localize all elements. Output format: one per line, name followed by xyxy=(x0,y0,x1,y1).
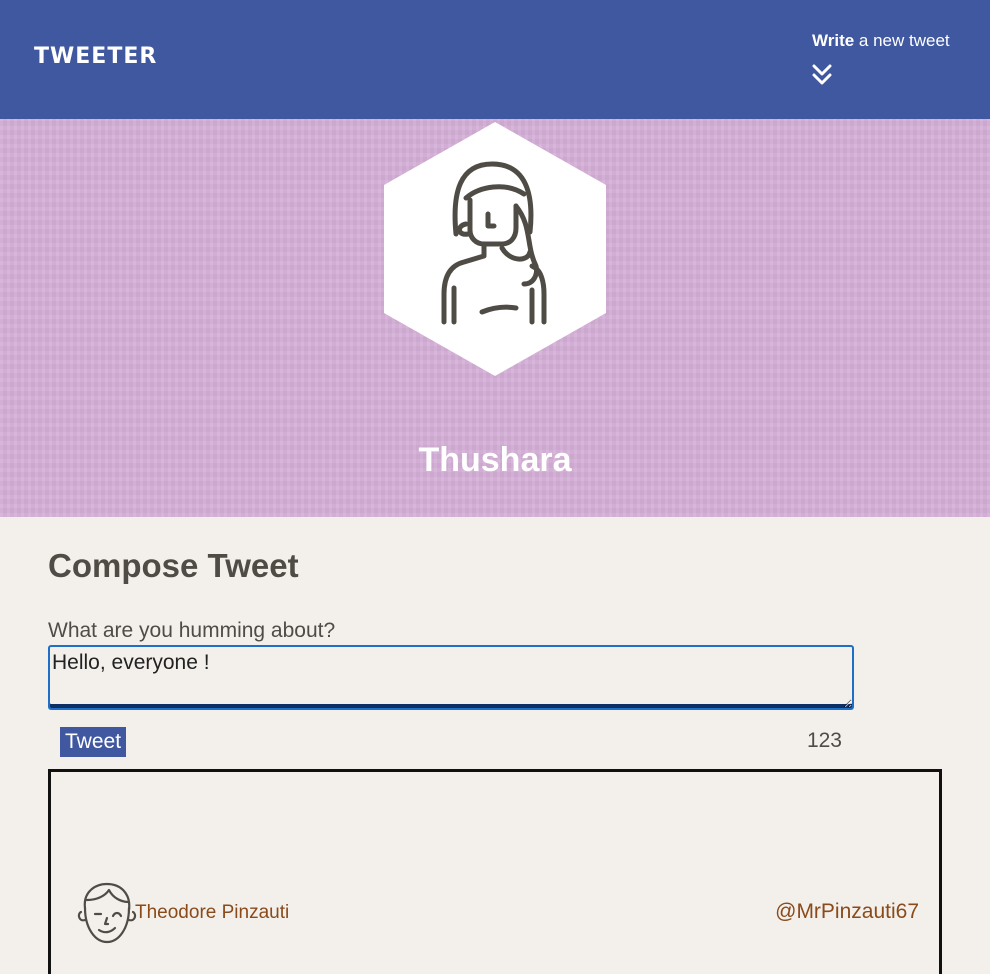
tweet-input[interactable]: Hello, everyone ! xyxy=(48,645,854,710)
compose-toggle-bold: Write xyxy=(812,31,855,50)
logo[interactable]: TWEETER xyxy=(34,44,157,69)
tweet-submit-button[interactable]: Tweet xyxy=(60,727,127,757)
composer-title: Compose Tweet xyxy=(48,547,299,584)
compose-toggle-rest: a new tweet xyxy=(854,31,950,50)
composer-label: What are you humming about? xyxy=(48,619,336,642)
profile-name: Thushara xyxy=(418,441,572,479)
profile-banner: Thushara xyxy=(0,119,990,517)
tweet-author-name[interactable]: Theodore Pinzauti xyxy=(135,902,289,924)
double-chevron-down-icon[interactable] xyxy=(812,64,832,86)
char-counter: 123 xyxy=(806,729,842,752)
tweet-card: Theodore Pinzauti @MrPinzauti67 xyxy=(48,769,942,974)
navbar: TWEETER Write a new tweet xyxy=(0,0,990,119)
man-avatar-icon xyxy=(77,882,137,944)
profile-avatar xyxy=(384,122,606,376)
tweet-author-handle[interactable]: @MrPinzauti67 xyxy=(775,900,919,924)
compose-toggle[interactable]: Write a new tweet xyxy=(812,31,972,91)
compose-toggle-text[interactable]: Write a new tweet xyxy=(812,31,972,51)
